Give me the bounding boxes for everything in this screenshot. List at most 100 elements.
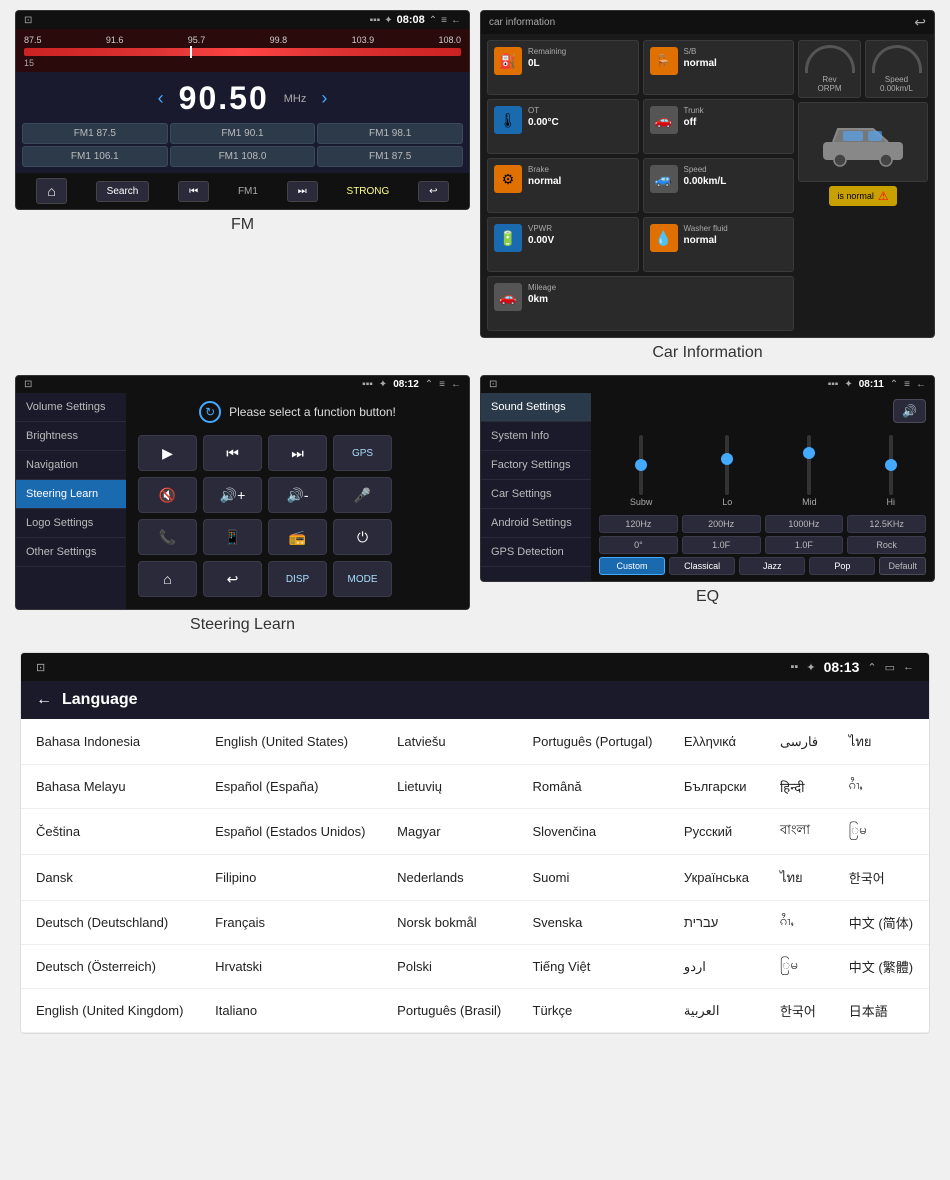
lang-norsk[interactable]: Norsk bokmål <box>382 901 517 945</box>
freq-slider-track[interactable] <box>24 48 461 56</box>
default-btn[interactable]: Default <box>879 557 926 575</box>
sidebar-other-settings[interactable]: Other Settings <box>16 538 126 567</box>
freq-down-btn[interactable]: ‹ <box>158 88 164 109</box>
preset-3[interactable]: FM1 98.1 <box>317 123 463 144</box>
lang-deutsch-de[interactable]: Deutsch (Deutschland) <box>21 901 200 945</box>
lang-portugues-portugal[interactable]: Português (Portugal) <box>518 719 669 765</box>
lang-bengali[interactable]: বাংলা <box>765 809 834 855</box>
freq-up-btn[interactable]: › <box>321 88 327 109</box>
lang-romana[interactable]: Română <box>518 765 669 809</box>
sidebar-volume-settings[interactable]: Volume Settings <box>16 393 126 422</box>
home-button[interactable]: ⌂ <box>36 178 66 204</box>
mute-btn[interactable]: 🔇 <box>138 477 197 513</box>
search-button[interactable]: Search <box>96 181 150 202</box>
param-0deg[interactable]: 0° <box>599 536 678 554</box>
freq-1000hz[interactable]: 1000Hz <box>765 515 844 533</box>
refresh-icon[interactable]: ↻ <box>199 401 221 423</box>
sidebar-navigation[interactable]: Navigation <box>16 451 126 480</box>
next-btn[interactable]: ⏭ <box>268 435 327 471</box>
lang-myanmar2[interactable]: ြမ <box>765 945 834 989</box>
lang-hrvatski[interactable]: Hrvatski <box>200 945 382 989</box>
lang-latviesu[interactable]: Latviešu <box>382 719 517 765</box>
gps-btn[interactable]: GPS <box>333 435 392 471</box>
param-rock[interactable]: Rock <box>847 536 926 554</box>
lang-chinese-simplified[interactable]: 中文 (简体) <box>834 901 929 945</box>
power-btn[interactable]: ⏻ <box>333 519 392 555</box>
param-1f2[interactable]: 1.0F <box>765 536 844 554</box>
lang-filipino[interactable]: Filipino <box>200 855 382 901</box>
freq-200hz[interactable]: 200Hz <box>682 515 761 533</box>
param-1f1[interactable]: 1.0F <box>682 536 761 554</box>
lang-magyar[interactable]: Magyar <box>382 809 517 855</box>
car-back-icon[interactable]: ↩ <box>914 14 926 31</box>
next-button[interactable]: ⏭ <box>287 181 318 202</box>
lang-portugues-brasil[interactable]: Português (Brasil) <box>382 989 517 1033</box>
lang-farsi[interactable]: فارسی <box>765 719 834 765</box>
subw-thumb[interactable] <box>635 459 647 471</box>
lang-thai[interactable]: ไทย <box>834 719 929 765</box>
disp-btn[interactable]: DISP <box>268 561 327 597</box>
preset-5[interactable]: FM1 108.0 <box>170 146 316 167</box>
lang-espanol-espana[interactable]: Español (España) <box>200 765 382 809</box>
lang-nederlands[interactable]: Nederlands <box>382 855 517 901</box>
lang-english-uk[interactable]: English (United Kingdom) <box>21 989 200 1033</box>
lang-arabic[interactable]: العربية <box>669 989 765 1033</box>
freq-125khz[interactable]: 12.5KHz <box>847 515 926 533</box>
mid-thumb[interactable] <box>803 447 815 459</box>
lang-shan[interactable]: ၵၢႆႇ <box>834 765 929 809</box>
lang-svenska[interactable]: Svenska <box>518 901 669 945</box>
hi-thumb[interactable] <box>885 459 897 471</box>
eq-sidebar-android[interactable]: Android Settings <box>481 509 591 538</box>
lang-russian[interactable]: Русский <box>669 809 765 855</box>
preset-pop[interactable]: Pop <box>809 557 875 575</box>
lang-tieng-viet[interactable]: Tiếng Việt <box>518 945 669 989</box>
eq-sidebar-system[interactable]: System Info <box>481 422 591 451</box>
radio-btn[interactable]: 📻 <box>268 519 327 555</box>
lang-espanol-us[interactable]: Español (Estados Unidos) <box>200 809 382 855</box>
lang-korean[interactable]: 한국어 <box>834 855 929 901</box>
back-button[interactable]: ↩ <box>418 181 448 202</box>
eq-sidebar-gps[interactable]: GPS Detection <box>481 538 591 567</box>
preset-6[interactable]: FM1 87.5 <box>317 146 463 167</box>
phone-btn[interactable]: 📞 <box>138 519 197 555</box>
lang-hindi[interactable]: हिन्दी <box>765 765 834 809</box>
lang-hebrew[interactable]: עברית <box>669 901 765 945</box>
lang-turkce[interactable]: Türkçe <box>518 989 669 1033</box>
preset-custom[interactable]: Custom <box>599 557 665 575</box>
lang-bahasa-indonesia[interactable]: Bahasa Indonesia <box>21 719 200 765</box>
lang-slovencina[interactable]: Slovenčina <box>518 809 669 855</box>
play-btn[interactable]: ▶ <box>138 435 197 471</box>
preset-jazz[interactable]: Jazz <box>739 557 805 575</box>
undo-btn[interactable]: ↩ <box>203 561 262 597</box>
speaker-btn[interactable]: 🔊 <box>893 399 926 423</box>
lang-bahasa-melayu[interactable]: Bahasa Melayu <box>21 765 200 809</box>
sidebar-steering-learn[interactable]: Steering Learn <box>16 480 126 509</box>
preset-classical[interactable]: Classical <box>669 557 735 575</box>
mic-btn[interactable]: 🎤 <box>333 477 392 513</box>
lang-myanmar[interactable]: ြမ <box>834 809 929 855</box>
eq-sidebar-car[interactable]: Car Settings <box>481 480 591 509</box>
lang-francais[interactable]: Français <box>200 901 382 945</box>
lo-thumb[interactable] <box>721 453 733 465</box>
lang-back-btn[interactable]: ← <box>36 691 52 709</box>
lang-cestina[interactable]: Čeština <box>21 809 200 855</box>
vol-up-btn[interactable]: 🔊+ <box>203 477 262 513</box>
lang-deutsch-at[interactable]: Deutsch (Österreich) <box>21 945 200 989</box>
lang-english-us[interactable]: English (United States) <box>200 719 382 765</box>
lang-urdu[interactable]: اردو <box>669 945 765 989</box>
lang-suomi[interactable]: Suomi <box>518 855 669 901</box>
preset-2[interactable]: FM1 90.1 <box>170 123 316 144</box>
phone2-btn[interactable]: 📱 <box>203 519 262 555</box>
preset-4[interactable]: FM1 106.1 <box>22 146 168 167</box>
lang-ukrainian[interactable]: Українська <box>669 855 765 901</box>
prev-button[interactable]: ⏮ <box>178 181 209 202</box>
lang-polski[interactable]: Polski <box>382 945 517 989</box>
lang-bulgarian[interactable]: Български <box>669 765 765 809</box>
vol-down-btn[interactable]: 🔊- <box>268 477 327 513</box>
lang-japanese[interactable]: 日本語 <box>834 989 929 1033</box>
preset-1[interactable]: FM1 87.5 <box>22 123 168 144</box>
eq-sidebar-factory[interactable]: Factory Settings <box>481 451 591 480</box>
prev-btn[interactable]: ⏮ <box>203 435 262 471</box>
lang-shan2[interactable]: ၵၢႆႇ <box>765 901 834 945</box>
eq-sidebar-sound[interactable]: Sound Settings <box>481 393 591 422</box>
